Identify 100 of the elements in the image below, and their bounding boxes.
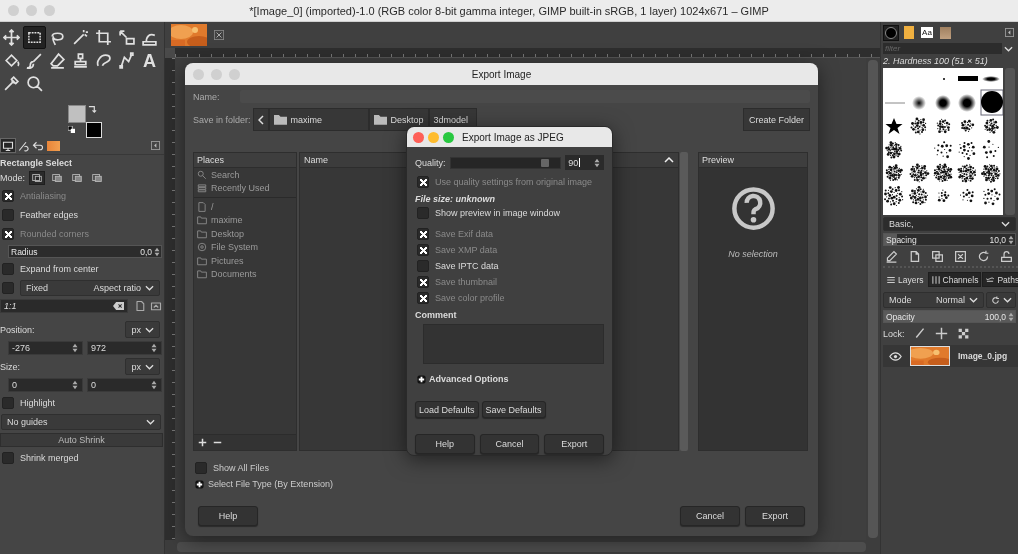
rectangle-select-tool-button[interactable] xyxy=(23,26,46,49)
radius-slider[interactable]: Radius 0,0 xyxy=(8,245,162,258)
checkbox[interactable] xyxy=(2,209,14,221)
tag-dropdown[interactable]: Basic, xyxy=(883,217,1016,231)
number-field[interactable]: 972 xyxy=(87,341,162,355)
images-tab[interactable] xyxy=(937,24,953,41)
dialog-button[interactable]: Cancel xyxy=(680,506,740,526)
scrollbar[interactable] xyxy=(177,542,866,552)
open-brush-button[interactable] xyxy=(1000,250,1014,264)
expander-icon[interactable] xyxy=(195,479,204,489)
expander-label[interactable]: Select File Type (By Extension) xyxy=(208,479,333,489)
dialog-button[interactable]: Save Defaults xyxy=(481,401,546,418)
spin-arrows-icon[interactable] xyxy=(594,157,600,168)
spacing-slider[interactable]: Spacing 10,0 xyxy=(883,233,1016,246)
add-icon[interactable] xyxy=(198,438,207,447)
dialog-button[interactable]: Export xyxy=(745,506,805,526)
scrollbar[interactable] xyxy=(868,60,878,538)
dialog-button[interactable]: Cancel xyxy=(479,434,540,454)
intersect-mode-button[interactable] xyxy=(89,171,105,185)
refresh-brushes-button[interactable] xyxy=(977,250,991,264)
dialog-button[interactable]: Export xyxy=(544,434,604,454)
place-item[interactable]: Search xyxy=(194,168,296,182)
spin-arrows-icon[interactable] xyxy=(72,343,78,353)
mode-switch-dropdown[interactable] xyxy=(986,292,1016,308)
number-field[interactable]: 0 xyxy=(87,378,162,392)
panel-tab[interactable]: Channels xyxy=(927,272,982,287)
spin-arrows-icon[interactable] xyxy=(72,380,78,390)
patterns-tab[interactable] xyxy=(901,24,917,41)
text-tool-button[interactable]: A xyxy=(138,49,161,72)
clear-icon[interactable] xyxy=(113,302,124,310)
fixed-dropdown[interactable]: Fixed Aspect ratio xyxy=(20,280,160,296)
path-button[interactable]: Desktop xyxy=(368,108,429,131)
brush-grid-drawing[interactable] xyxy=(883,68,1003,215)
background-color-swatch[interactable] xyxy=(86,122,102,138)
spin-arrows-icon[interactable] xyxy=(154,246,160,257)
brushes-tab[interactable] xyxy=(883,24,899,41)
back-button[interactable] xyxy=(252,108,269,131)
place-item[interactable]: Pictures xyxy=(194,254,296,268)
place-item[interactable]: Desktop xyxy=(194,227,296,241)
panel-menu-icon[interactable] xyxy=(151,141,160,150)
path-button[interactable]: maxime xyxy=(268,108,369,131)
undo-history-tab[interactable] xyxy=(31,139,45,152)
number-field[interactable]: -276 xyxy=(8,341,83,355)
swap-colors-icon[interactable] xyxy=(88,104,97,113)
place-item[interactable]: maxime xyxy=(194,213,296,227)
lock-position-button[interactable] xyxy=(934,327,949,341)
checkbox[interactable] xyxy=(2,397,14,409)
add-mode-button[interactable] xyxy=(49,171,65,185)
checkbox[interactable] xyxy=(2,282,14,294)
dialog-button[interactable]: Load Defaults xyxy=(415,401,479,418)
checkbox[interactable] xyxy=(2,452,14,464)
duplicate-brush-button[interactable] xyxy=(931,250,945,264)
layer-row[interactable]: Image_0.jpg xyxy=(883,345,1018,367)
spin-arrows-icon[interactable] xyxy=(151,380,157,390)
create-folder-button[interactable]: Create Folder xyxy=(742,108,810,131)
new-brush-button[interactable] xyxy=(908,250,922,264)
lock-alpha-button[interactable] xyxy=(956,327,971,341)
number-field[interactable]: 0 xyxy=(8,378,83,392)
default-colors-icon[interactable] xyxy=(68,126,75,133)
scrollbar[interactable] xyxy=(680,152,688,451)
spin-arrows-icon[interactable] xyxy=(1008,234,1014,245)
panel-menu-icon[interactable] xyxy=(1005,28,1014,37)
move-tool-button[interactable] xyxy=(0,26,23,49)
dialog-button[interactable]: Help xyxy=(198,506,258,526)
tool-options-tab[interactable] xyxy=(1,139,15,152)
opacity-slider[interactable]: Opacity 100,0 xyxy=(883,310,1016,323)
close-icon[interactable] xyxy=(214,30,224,40)
edit-brush-button[interactable] xyxy=(885,250,899,264)
fonts-tab[interactable]: Aa xyxy=(919,24,935,41)
place-item[interactable]: File System xyxy=(194,240,296,254)
delete-brush-button[interactable] xyxy=(954,250,968,264)
place-item[interactable]: / xyxy=(194,200,296,214)
spin-arrows-icon[interactable] xyxy=(1008,311,1014,322)
panel-tab[interactable]: Paths xyxy=(982,272,1018,287)
checkbox[interactable] xyxy=(195,462,207,474)
expander-icon[interactable] xyxy=(417,374,426,384)
checkbox[interactable] xyxy=(417,260,429,272)
quality-field[interactable]: 90 xyxy=(565,155,604,170)
replace-mode-button[interactable] xyxy=(29,171,45,185)
auto-shrink-button[interactable]: Auto Shrink xyxy=(0,433,163,447)
subtract-mode-button[interactable] xyxy=(69,171,85,185)
layer-mode-dropdown[interactable]: Mode Normal xyxy=(883,292,984,308)
checkbox[interactable] xyxy=(417,207,429,219)
ratio-field[interactable]: 1:1 xyxy=(0,299,128,313)
guides-dropdown[interactable]: No guides xyxy=(1,414,161,430)
unit-dropdown[interactable]: px xyxy=(125,321,160,338)
foreground-color-swatch[interactable] xyxy=(68,105,86,123)
place-item[interactable]: Documents xyxy=(194,267,296,281)
image-tab[interactable] xyxy=(171,24,207,46)
unit-dropdown[interactable]: px xyxy=(125,358,160,375)
dialog-button[interactable]: Help xyxy=(415,434,475,454)
sort-caret-icon[interactable] xyxy=(664,157,674,163)
slider-thumb[interactable] xyxy=(541,158,550,167)
images-tab[interactable] xyxy=(46,139,60,152)
checkbox[interactable] xyxy=(2,263,14,275)
quality-slider[interactable] xyxy=(449,156,562,169)
spin-arrows-icon[interactable] xyxy=(151,343,157,353)
expander-label[interactable]: Advanced Options xyxy=(429,374,509,384)
device-status-tab[interactable] xyxy=(16,139,30,152)
place-item[interactable]: Recently Used xyxy=(194,181,296,195)
